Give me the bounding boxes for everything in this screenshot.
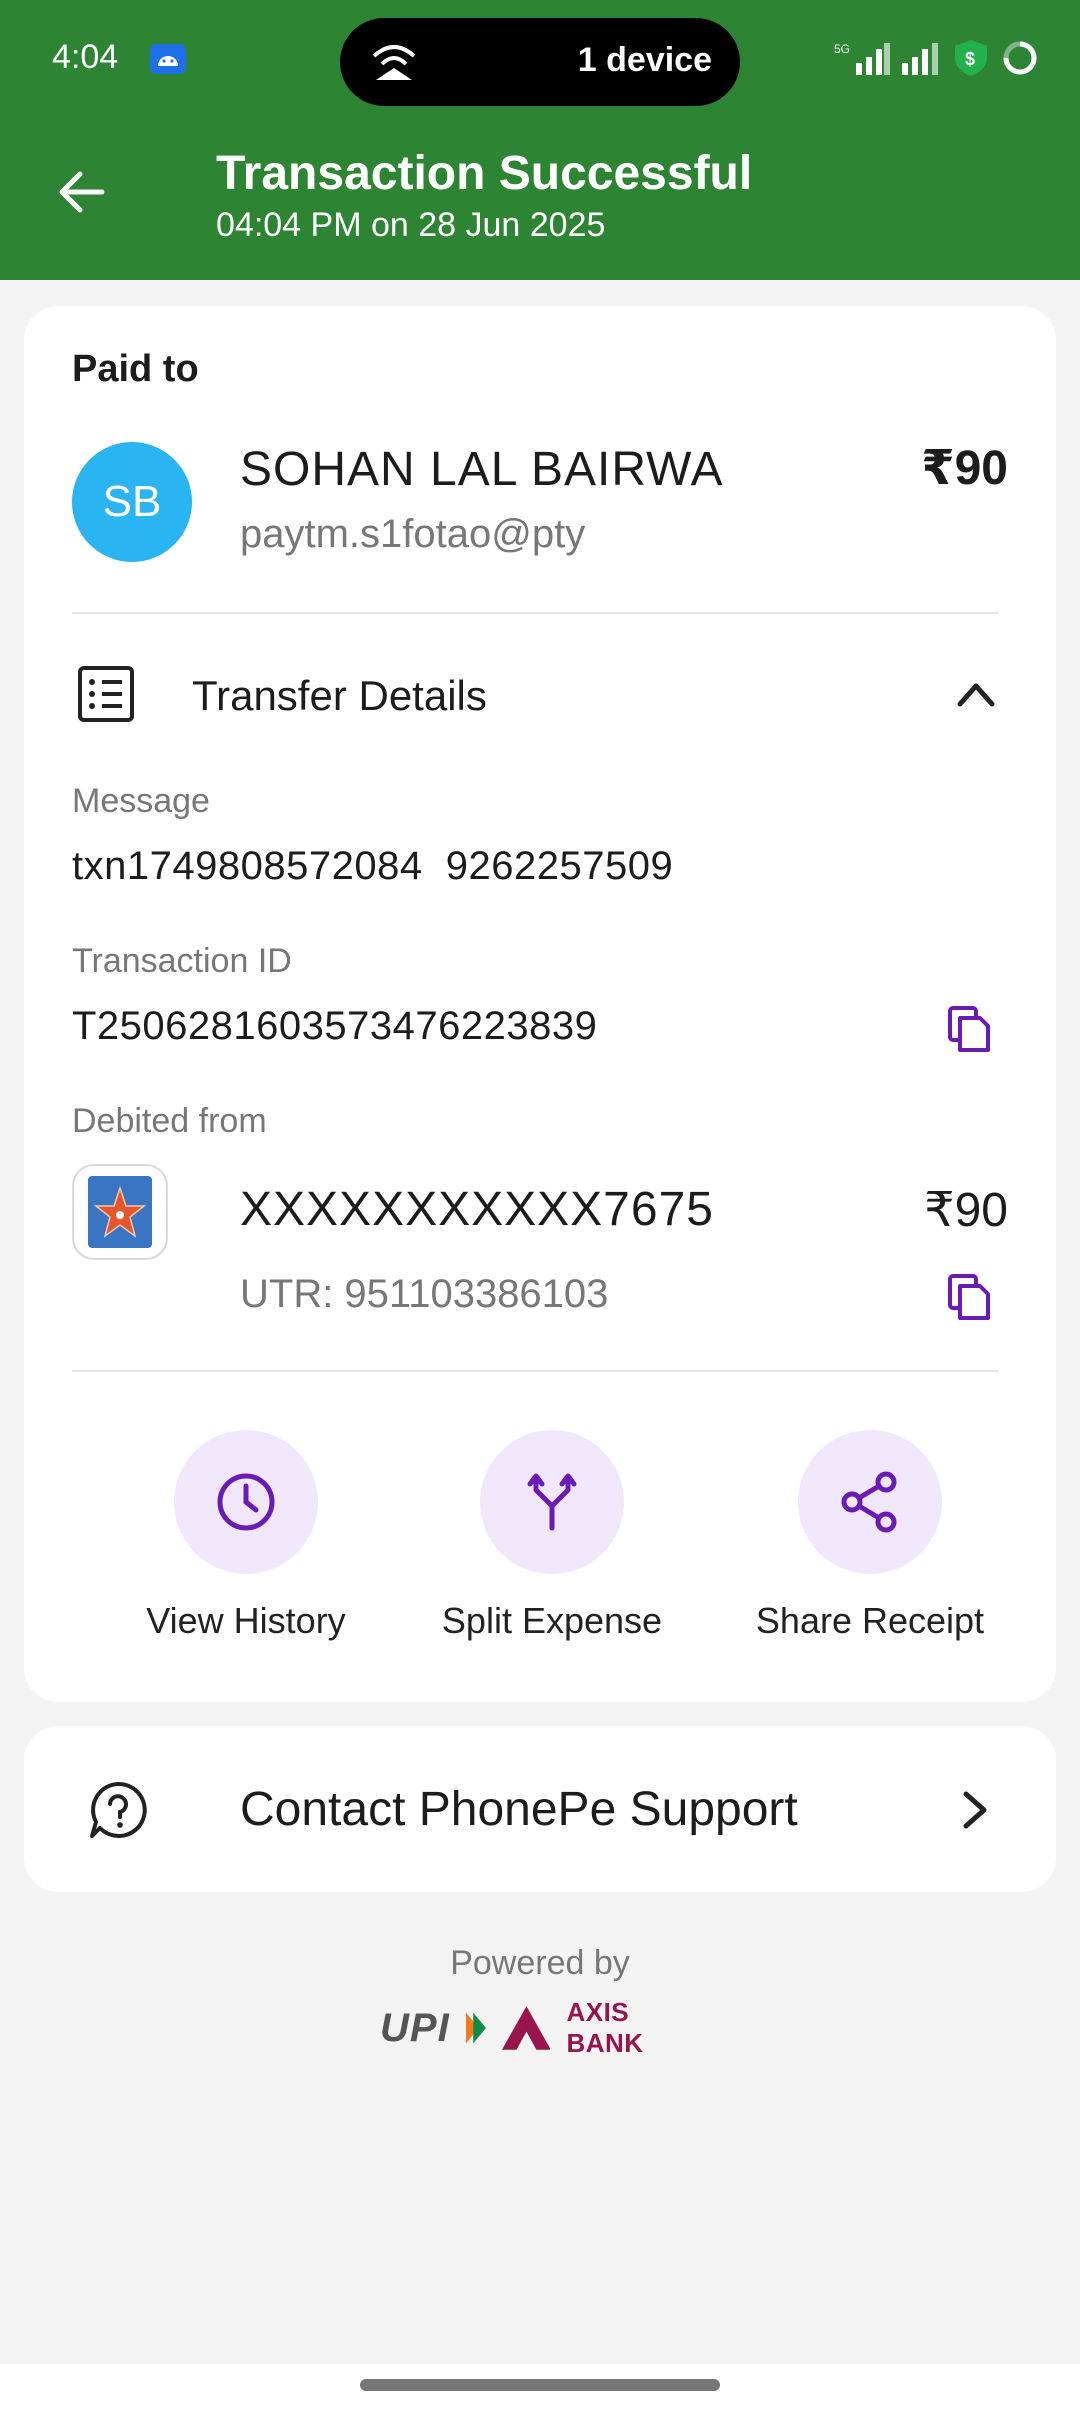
- help-chat-icon: [90, 1781, 147, 1838]
- transfer-details-label[interactable]: Transfer Details: [192, 672, 487, 720]
- clock-icon: [217, 1473, 275, 1531]
- status-time: 4:04: [52, 38, 119, 76]
- battery-ring-icon: [1003, 41, 1037, 75]
- split-expense-button[interactable]: Split Expense: [422, 1430, 682, 1642]
- account-number: XXXXXXXXXXX7675: [240, 1183, 714, 1236]
- axis-bank-logo: AXIS BANK: [566, 1997, 644, 2058]
- share-icon: [841, 1471, 897, 1533]
- hotspot-label: 1 device: [577, 41, 712, 79]
- divider: [72, 1370, 998, 1372]
- signal-icon: [902, 43, 938, 75]
- avatar-initials: SB: [102, 477, 162, 526]
- gesture-handle[interactable]: [360, 2379, 720, 2391]
- back-arrow-icon[interactable]: [52, 162, 112, 222]
- contact-support-row[interactable]: Contact PhonePe Support: [24, 1726, 1056, 1892]
- view-history-button[interactable]: View History: [116, 1430, 376, 1642]
- payee-upi-id: paytm.s1fotao@pty: [240, 512, 586, 556]
- partner-logos: UPI AXIS BANK: [380, 1997, 700, 2058]
- transaction-card: Paid to SB SOHAN LAL BAIRWA paytm.s1fota…: [24, 306, 1056, 1702]
- message-label: Message: [72, 782, 210, 820]
- split-icon: [527, 1473, 577, 1531]
- bank-logo: [72, 1164, 168, 1260]
- header: 4:04 1 device 5G $ Transaction Successfu…: [0, 0, 1080, 280]
- copy-utr-icon[interactable]: [946, 1272, 992, 1322]
- contact-support-label: Contact PhonePe Support: [240, 1783, 798, 1836]
- status-icons: 5G $: [834, 38, 1040, 78]
- svg-text:$: $: [965, 49, 975, 69]
- share-receipt-label: Share Receipt: [755, 1600, 985, 1641]
- signal-5g-icon: 5G: [834, 42, 890, 75]
- debited-from-label: Debited from: [72, 1102, 267, 1140]
- split-expense-label: Split Expense: [441, 1600, 663, 1641]
- powered-by-label: Powered by: [450, 1944, 630, 1982]
- svg-text:5G: 5G: [834, 42, 850, 56]
- transaction-id-value: T2506281603573476223839: [72, 1004, 598, 1048]
- upi-logo: UPI: [380, 2005, 450, 2050]
- chevron-right-icon: [963, 1791, 987, 1829]
- utr-number: UTR: 951103386103: [240, 1272, 609, 1316]
- page-title: Transaction Successful: [216, 147, 753, 200]
- view-history-circle: [174, 1430, 318, 1574]
- receipt-list-icon: [78, 666, 134, 722]
- payee-name: SOHAN LAL BAIRWA: [240, 443, 724, 496]
- message-value: txn1749808572084 9262257509: [72, 844, 674, 888]
- transaction-id-label: Transaction ID: [72, 942, 292, 980]
- hotspot-pill[interactable]: 1 device: [340, 18, 740, 106]
- share-receipt-circle: [798, 1430, 942, 1574]
- copy-txn-id-icon[interactable]: [946, 1004, 992, 1054]
- upi-arrow-icon: [465, 2012, 486, 2044]
- transaction-datetime: 04:04 PM on 28 Jun 2025: [216, 206, 606, 244]
- paid-amount: ₹90: [921, 442, 1008, 495]
- debited-amount: ₹90: [924, 1184, 1008, 1237]
- hotspot-icon: [372, 45, 416, 80]
- split-expense-circle: [480, 1430, 624, 1574]
- security-shield-icon: $: [955, 40, 987, 76]
- view-history-label: View History: [146, 1600, 346, 1641]
- axis-bank-logo-icon: [501, 2006, 551, 2050]
- android-icon: [150, 44, 186, 74]
- share-receipt-button[interactable]: Share Receipt: [740, 1430, 1000, 1642]
- payee-avatar: SB: [72, 442, 192, 562]
- chevron-up-icon[interactable]: [954, 676, 998, 712]
- bank-star-logo: [88, 1176, 152, 1248]
- paid-to-label: Paid to: [72, 348, 199, 390]
- divider: [72, 612, 998, 614]
